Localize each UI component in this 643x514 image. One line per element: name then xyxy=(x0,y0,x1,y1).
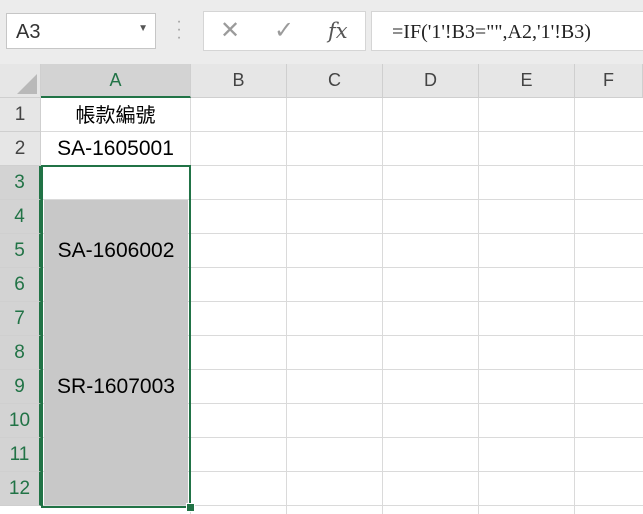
gridline-vertical xyxy=(478,98,479,514)
formula-buttons: ✕ ✓ fx xyxy=(203,11,366,51)
row-header-8[interactable]: 8 xyxy=(0,336,41,370)
formula-input[interactable]: =IF('1'!B3="",A2,'1'!B3) xyxy=(371,11,643,51)
enter-icon[interactable]: ✓ xyxy=(274,16,294,46)
column-header-f[interactable]: F xyxy=(575,64,643,98)
column-header-b[interactable]: B xyxy=(191,64,287,98)
row-header-12[interactable]: 12 xyxy=(0,472,41,506)
row-header-2[interactable]: 2 xyxy=(0,132,41,166)
cancel-icon[interactable]: ✕ xyxy=(220,16,240,46)
drag-handle-icon[interactable]: · · · xyxy=(176,14,182,46)
spreadsheet-grid: A B C D E F 1 2 3 4 5 6 7 8 9 10 11 12 帳… xyxy=(0,64,643,514)
cell-a1[interactable]: 帳款編號 xyxy=(41,98,190,132)
cell-a2[interactable]: SA-1605001 xyxy=(41,132,190,166)
row-header-4[interactable]: 4 xyxy=(0,200,41,234)
fill-handle[interactable] xyxy=(186,503,195,512)
column-header-a[interactable]: A xyxy=(41,64,191,98)
select-all-triangle-icon xyxy=(17,74,37,94)
column-header-d[interactable]: D xyxy=(383,64,479,98)
row-header-6[interactable]: 6 xyxy=(0,268,41,302)
row-header-9[interactable]: 9 xyxy=(0,370,41,404)
formula-bar: A3 ▼ · · · ✕ ✓ fx =IF('1'!B3="",A2,'1'!B3) xyxy=(0,0,643,64)
selection-border xyxy=(41,165,191,508)
row-header-11[interactable]: 11 xyxy=(0,438,41,472)
formula-text: =IF('1'!B3="",A2,'1'!B3) xyxy=(392,21,591,43)
row-header-1[interactable]: 1 xyxy=(0,98,41,132)
gridline-vertical xyxy=(286,98,287,514)
column-header-c[interactable]: C xyxy=(287,64,383,98)
row-header-5[interactable]: 5 xyxy=(0,234,41,268)
name-box-value: A3 xyxy=(16,21,41,43)
select-all-button[interactable] xyxy=(0,64,41,98)
row-header-10[interactable]: 10 xyxy=(0,404,41,438)
chevron-down-icon[interactable]: ▼ xyxy=(138,23,148,34)
gridline-vertical xyxy=(574,98,575,514)
insert-function-icon[interactable]: fx xyxy=(328,16,348,46)
name-box[interactable]: A3 ▼ xyxy=(6,13,156,49)
gridline-vertical xyxy=(382,98,383,514)
row-header-3[interactable]: 3 xyxy=(0,166,41,200)
column-header-e[interactable]: E xyxy=(479,64,575,98)
row-header-7[interactable]: 7 xyxy=(0,302,41,336)
